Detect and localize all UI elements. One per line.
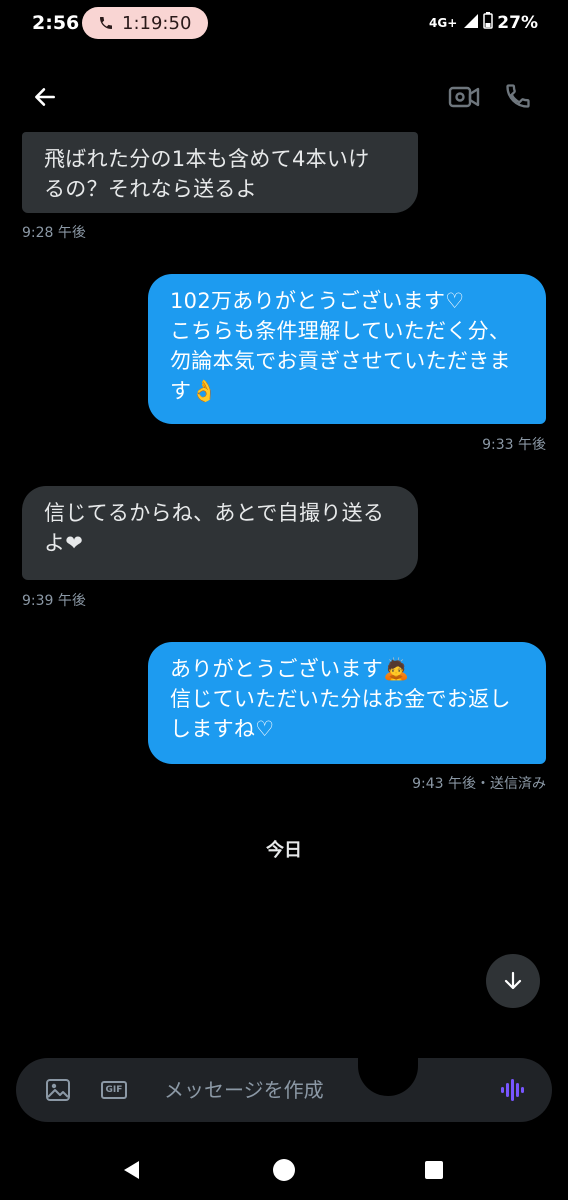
message-line: よ❤	[44, 531, 84, 555]
signal-icon	[463, 13, 479, 34]
message-line: しますね♡	[170, 717, 275, 741]
nav-back-icon[interactable]	[116, 1154, 148, 1186]
message-timestamp: 9:43 午後・送信済み	[412, 776, 546, 792]
phone-icon	[98, 15, 114, 31]
nav-recents-icon[interactable]	[418, 1154, 450, 1186]
image-icon[interactable]	[44, 1076, 72, 1104]
message-composer: GIF メッセージを作成	[16, 1058, 552, 1122]
message-bubble-received[interactable]: 飛ばれた分の1本も含めて4本いけ るの？それなら送るよ	[22, 132, 418, 213]
battery-icon	[483, 12, 494, 34]
video-camera-icon[interactable]	[444, 80, 484, 114]
status-bar: 2:56 1:19:50 4G+ 27%	[0, 0, 568, 48]
conversation-header	[0, 64, 568, 128]
arrow-left-icon[interactable]	[28, 80, 62, 114]
arrow-down-icon	[501, 969, 525, 993]
system-nav-bar	[0, 1140, 568, 1200]
message-timestamp: 9:33 午後	[482, 437, 546, 453]
battery-percent: 27%	[497, 13, 538, 33]
message-timestamp: 9:28 午後	[22, 225, 86, 241]
nav-home-icon[interactable]	[268, 1154, 300, 1186]
voice-message-icon[interactable]	[498, 1076, 526, 1104]
ongoing-call-pill[interactable]: 1:19:50	[82, 7, 208, 39]
call-timer: 1:19:50	[122, 12, 192, 34]
message-timestamp: 9:39 午後	[22, 593, 86, 609]
message-line: 勿論本気でお貢ぎさせていただきま	[170, 349, 511, 373]
gif-icon[interactable]: GIF	[98, 1076, 130, 1104]
message-line: こちらも条件理解していただく分、	[170, 319, 511, 343]
message-bubble-received[interactable]: 信じてるからね、あとで自撮り送る よ❤	[22, 486, 418, 580]
phone-icon[interactable]	[500, 78, 536, 114]
message-bubble-sent[interactable]: 102万ありがとうございます♡ こちらも条件理解していただく分、 勿論本気でお貢…	[148, 274, 546, 424]
status-indicators: 4G+ 27%	[429, 12, 538, 34]
message-line: 飛ばれた分の1本も含めて4本いけ	[44, 147, 370, 171]
scroll-to-bottom-button[interactable]	[486, 954, 540, 1008]
message-line: るの？それなら送るよ	[44, 177, 257, 201]
message-line: 102万ありがとうございます♡	[170, 289, 465, 313]
gif-label: GIF	[100, 1081, 128, 1099]
message-line: ありがとうございます🙇	[170, 657, 410, 681]
message-input[interactable]: メッセージを作成	[164, 1074, 324, 1103]
day-separator: 今日	[266, 840, 302, 861]
network-type: 4G+	[429, 16, 458, 30]
message-bubble-sent[interactable]: ありがとうございます🙇 信じていただいた分はお金でお返し しますね♡	[148, 642, 546, 764]
status-time: 2:56	[32, 12, 80, 34]
message-line: 信じていただいた分はお金でお返し	[170, 687, 511, 711]
message-line: す👌	[170, 379, 218, 403]
message-line: 信じてるからね、あとで自撮り送る	[44, 501, 385, 525]
